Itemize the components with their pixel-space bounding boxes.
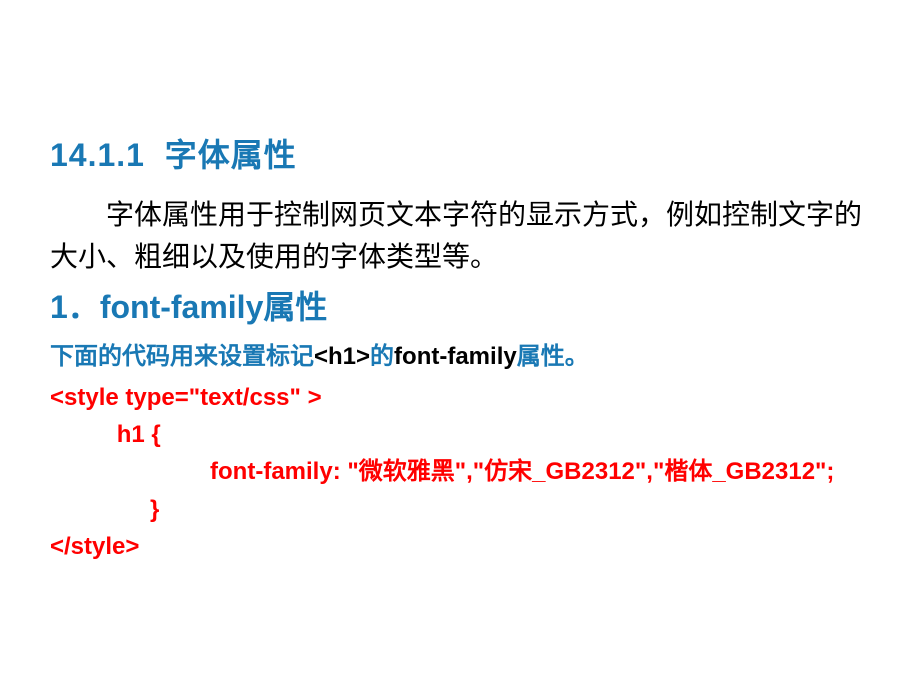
- sub-heading: 1．font-family属性: [50, 282, 870, 328]
- intro-attr: font-family: [394, 343, 517, 370]
- intro-tag: <h1>: [314, 343, 370, 370]
- code-line-1: <style type="text/css" >: [50, 384, 322, 411]
- intro-prefix: 下面的代码用来设置标记: [50, 343, 314, 370]
- code-line-4: }: [50, 496, 159, 523]
- code-line-2: h1 {: [50, 421, 161, 448]
- code-line-3: font-family: "微软雅黑","仿宋_GB2312","楷体_GB23…: [50, 458, 834, 485]
- section-title-text: 字体属性: [165, 137, 297, 173]
- section-number: 14.1.1: [50, 137, 145, 173]
- code-block: <style type="text/css" > h1 { font-famil…: [50, 379, 870, 565]
- sub-heading-title: font-family属性: [100, 289, 328, 325]
- section-title: 14.1.1 字体属性: [50, 130, 870, 176]
- code-line-5: </style>: [50, 533, 139, 560]
- intro-suffix: 属性。: [517, 343, 589, 370]
- intro-line: 下面的代码用来设置标记<h1>的font-family属性。: [50, 336, 870, 371]
- intro-mid: 的: [370, 343, 394, 370]
- sub-heading-number: 1．: [50, 289, 100, 325]
- body-paragraph: 字体属性用于控制网页文本字符的显示方式，例如控制文字的大小、粗细以及使用的字体类…: [50, 194, 870, 278]
